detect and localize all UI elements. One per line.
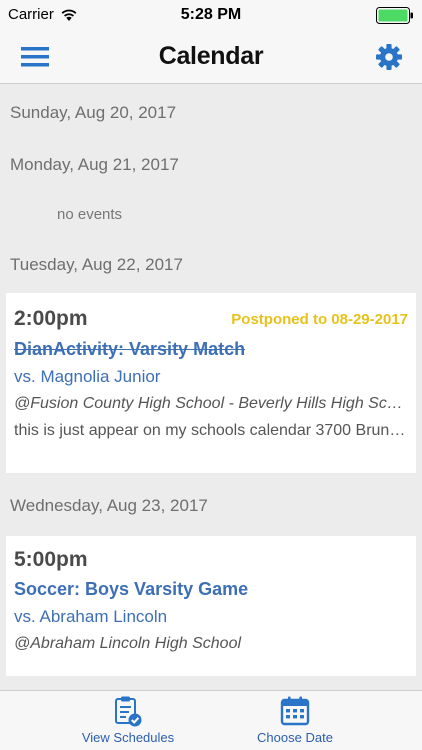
- day-header: Monday, Aug 21, 2017: [10, 155, 179, 174]
- event-title: Soccer: Boys Varsity Game: [14, 579, 249, 599]
- tab-label: Choose Date: [257, 730, 333, 745]
- event-note: this is just appear on my schools calend…: [14, 422, 409, 439]
- event-title: DianActivity: Varsity Match: [14, 339, 246, 359]
- event-location: @Fusion County High School - Beverly Hil…: [14, 395, 409, 412]
- battery-icon: [376, 7, 413, 24]
- event-card[interactable]: 2:00pm Postponed to 08-29-2017 DianActiv…: [6, 293, 416, 473]
- event-card[interactable]: 5:00pm Soccer: Boys Varsity Game vs. Abr…: [6, 536, 416, 676]
- status-bar: Carrier 5:28 PM: [0, 0, 422, 30]
- event-opponent: vs. Magnolia Junior: [14, 367, 161, 386]
- tab-bar: View Schedules Choose Date: [0, 690, 422, 750]
- event-time: 5:00pm: [14, 548, 88, 571]
- event-status-badge: Postponed to 08-29-2017: [231, 311, 408, 328]
- event-time: 2:00pm: [14, 307, 88, 330]
- tab-label: View Schedules: [81, 730, 175, 745]
- page-title: Calendar: [158, 42, 264, 70]
- tab-choose-date[interactable]: Choose Date: [248, 695, 342, 745]
- calendar-icon: [280, 696, 310, 726]
- settings-button[interactable]: [372, 40, 406, 74]
- day-header: Sunday, Aug 20, 2017: [10, 103, 177, 122]
- nav-bar: Calendar: [0, 30, 422, 84]
- calendar-list[interactable]: Sunday, Aug 20, 2017 Monday, Aug 21, 201…: [0, 85, 422, 690]
- gear-icon: [376, 44, 402, 70]
- day-header: Tuesday, Aug 22, 2017: [10, 255, 183, 274]
- no-events-label: no events: [57, 206, 123, 223]
- status-time: 5:28 PM: [180, 6, 242, 23]
- tab-view-schedules[interactable]: View Schedules: [76, 695, 180, 745]
- event-opponent: vs. Abraham Lincoln: [14, 607, 168, 626]
- clipboard-check-icon: [115, 696, 142, 727]
- event-location: @Abraham Lincoln High School: [14, 635, 242, 652]
- day-header: Wednesday, Aug 23, 2017: [10, 496, 208, 515]
